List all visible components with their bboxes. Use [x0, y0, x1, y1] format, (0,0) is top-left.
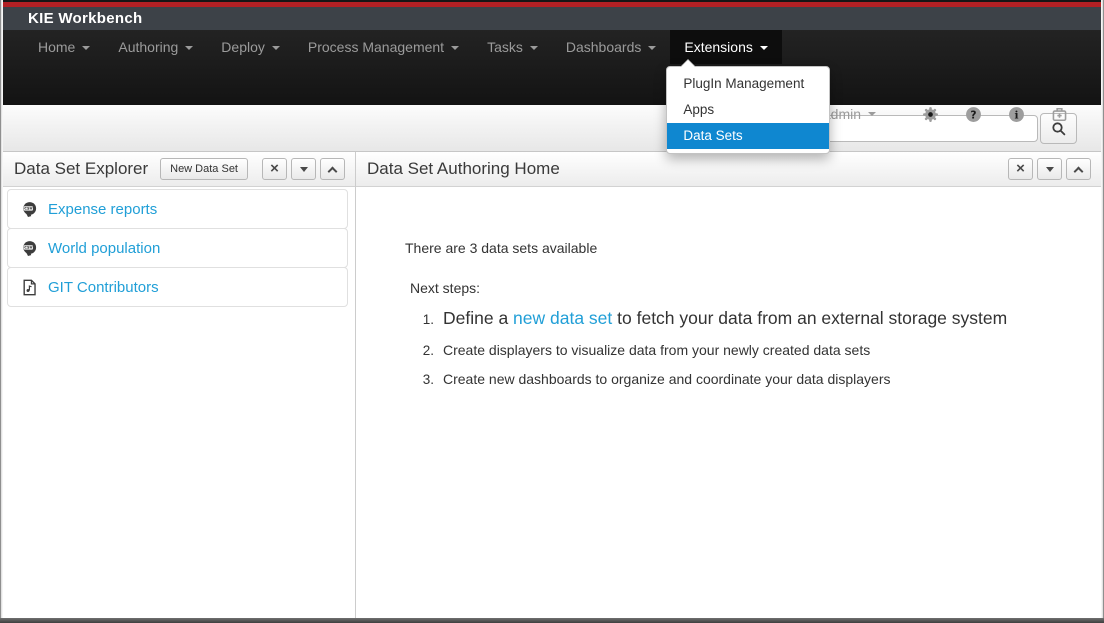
app-title: KIE Workbench: [0, 10, 142, 27]
panel-collapse-button[interactable]: [320, 158, 345, 180]
home-content: There are 3 data sets available Next ste…: [356, 187, 1101, 400]
window-border-top: [0, 0, 1104, 2]
extensions-dropdown: PlugIn Management Apps Data Sets: [666, 66, 830, 154]
data-set-authoring-home-panel: Data Set Authoring Home × There are 3 da…: [356, 152, 1101, 618]
data-sets-available-text: There are 3 data sets available: [405, 240, 1081, 256]
step-create-dashboards: 3. Create new dashboards to organize and…: [412, 371, 1081, 387]
brand-bar: KIE Workbench: [0, 7, 1104, 30]
chevron-down-icon: [451, 46, 459, 54]
menu-item-home[interactable]: Home: [24, 30, 104, 64]
data-set-list: CSV Expense reports CSV World p: [3, 187, 355, 307]
chevron-up-icon: [1074, 166, 1084, 176]
panel-close-button[interactable]: ×: [262, 158, 287, 180]
explorer-panel-title: Data Set Explorer: [3, 159, 160, 179]
dropdown-item-plugin-management[interactable]: PlugIn Management: [667, 71, 829, 97]
info-icon[interactable]: i: [1008, 106, 1025, 123]
panel-menu-button[interactable]: [1037, 158, 1062, 180]
close-icon: ×: [1016, 161, 1025, 176]
chevron-down-icon: [82, 46, 90, 54]
kie-workbench-window: KIE Workbench Home Authoring Deploy Proc…: [0, 0, 1104, 623]
menu-item-authoring[interactable]: Authoring: [104, 30, 207, 64]
chevron-down-icon: [272, 46, 280, 54]
chevron-down-icon: [760, 46, 768, 54]
next-steps-label: Next steps:: [410, 280, 1081, 296]
svg-text:i: i: [1014, 108, 1018, 121]
data-set-item-git-contributors[interactable]: GIT Contributors: [7, 267, 348, 307]
home-panel-title: Data Set Authoring Home: [356, 159, 1004, 179]
caret-down-icon: [300, 167, 308, 176]
menu-item-dashboards[interactable]: Dashboards: [552, 30, 671, 64]
csv-dataset-icon: CSV: [21, 240, 38, 257]
step-number: 2.: [412, 343, 434, 358]
svg-text:CSV: CSV: [24, 206, 32, 210]
chevron-up-icon: [328, 166, 338, 176]
data-set-label: World population: [48, 240, 160, 257]
data-set-item-expense-reports[interactable]: CSV Expense reports: [7, 189, 348, 229]
home-panel-header: Data Set Authoring Home ×: [356, 152, 1101, 187]
window-border-bottom: [0, 618, 1104, 623]
chevron-down-icon: [530, 46, 538, 54]
menu-item-process-management[interactable]: Process Management: [294, 30, 473, 64]
svg-text:CSV: CSV: [24, 245, 32, 249]
step-create-displayers: 2. Create displayers to visualize data f…: [412, 342, 1081, 358]
chevron-down-icon: [868, 112, 876, 120]
window-border-left: [0, 0, 3, 623]
step-number: 3.: [412, 372, 434, 387]
workbench-content: Data Set Explorer New Data Set × C: [3, 152, 1101, 618]
new-data-set-button[interactable]: New Data Set: [160, 158, 248, 180]
csv-dataset-icon: CSV: [21, 201, 38, 218]
panel-collapse-button[interactable]: [1066, 158, 1091, 180]
panel-close-button[interactable]: ×: [1008, 158, 1033, 180]
dropdown-item-apps[interactable]: Apps: [667, 97, 829, 123]
close-icon: ×: [270, 161, 279, 176]
help-icon[interactable]: ?: [965, 106, 982, 123]
briefcase-plus-icon[interactable]: [1051, 106, 1068, 123]
explorer-panel-header: Data Set Explorer New Data Set ×: [3, 152, 355, 187]
menu-item-tasks[interactable]: Tasks: [473, 30, 552, 64]
panel-menu-button[interactable]: [291, 158, 316, 180]
step-number: 1.: [412, 312, 434, 327]
data-set-label: GIT Contributors: [48, 279, 159, 296]
bean-dataset-icon: [21, 279, 38, 296]
next-steps-list: 1. Define a new data set to fetch your d…: [412, 308, 1081, 387]
data-set-explorer-panel: Data Set Explorer New Data Set × C: [3, 152, 356, 618]
gear-icon[interactable]: [922, 106, 939, 123]
data-set-label: Expense reports: [48, 201, 157, 218]
caret-down-icon: [1046, 167, 1054, 176]
new-data-set-link[interactable]: new data set: [513, 308, 612, 328]
step-define-data-set: 1. Define a new data set to fetch your d…: [412, 308, 1081, 329]
main-navbar: Home Authoring Deploy Process Management…: [0, 30, 1104, 105]
chevron-down-icon: [648, 46, 656, 54]
menu-item-deploy[interactable]: Deploy: [207, 30, 294, 64]
data-set-item-world-population[interactable]: CSV World population: [7, 228, 348, 268]
dropdown-item-data-sets[interactable]: Data Sets: [667, 123, 829, 149]
menu-item-extensions[interactable]: Extensions PlugIn Management Apps Data S…: [670, 30, 781, 64]
chevron-down-icon: [185, 46, 193, 54]
svg-text:?: ?: [970, 108, 976, 121]
main-menu: Home Authoring Deploy Process Management…: [24, 30, 782, 64]
